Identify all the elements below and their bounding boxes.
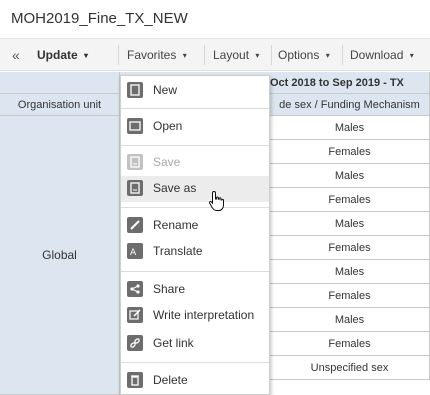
chevron-down-icon: ▾ xyxy=(84,51,89,60)
table-cell-sex: Females xyxy=(270,236,430,260)
funding-mechanism-header: de sex / Funding Mechanism xyxy=(270,94,430,116)
menu-item-label: Save xyxy=(153,155,181,169)
menu-divider xyxy=(121,108,269,109)
menu-item-label: Write interpretation xyxy=(153,308,255,322)
menu-item-share[interactable]: Share xyxy=(121,277,269,303)
menu-divider xyxy=(121,145,269,146)
menu-divider xyxy=(121,362,269,363)
chevron-down-icon: ▾ xyxy=(182,51,187,60)
options-menu-button[interactable]: Options ▾ xyxy=(278,39,330,71)
menu-item-label: Save as xyxy=(153,181,197,195)
menu-item-label: Rename xyxy=(153,218,199,232)
download-label: Download xyxy=(350,48,404,62)
chevron-down-icon: ▾ xyxy=(255,51,260,60)
table-cell-sex: Females xyxy=(270,284,430,308)
menu-item-new[interactable]: New xyxy=(121,78,269,104)
favorites-dropdown-menu: New Open Save Save as Rename A Translate xyxy=(120,75,270,395)
menu-item-rename[interactable]: Rename xyxy=(121,213,269,239)
menu-item-get-link[interactable]: Get link xyxy=(121,331,269,357)
menu-divider xyxy=(121,271,269,272)
menu-item-translate[interactable]: A Translate xyxy=(121,239,269,265)
hand-cursor-icon xyxy=(208,190,226,212)
toolbar: « Update ▾ Favorites ▾ Layout ▾ Options … xyxy=(0,39,430,71)
pencil-icon xyxy=(127,217,143,233)
layout-menu-button[interactable]: Layout ▾ xyxy=(213,39,259,71)
row-group-global: Global xyxy=(0,116,120,395)
chevron-down-icon: ▾ xyxy=(409,51,414,60)
toolbar-divider xyxy=(204,45,205,65)
chevron-down-icon: ▾ xyxy=(325,51,330,60)
table-cell-sex: Males xyxy=(270,308,430,332)
menu-item-save: Save xyxy=(121,150,269,176)
favorites-menu-button[interactable]: Favorites ▾ xyxy=(127,39,187,71)
share-icon xyxy=(127,281,143,297)
table-cell-sex: Males xyxy=(270,260,430,284)
table-cell-sex: Unspecified sex xyxy=(270,356,430,380)
folder-open-icon xyxy=(127,118,143,134)
save-as-icon xyxy=(127,180,143,196)
toolbar-divider xyxy=(342,45,343,65)
window-title: MOH2019_Fine_TX_NEW xyxy=(11,10,188,27)
menu-item-label: Get link xyxy=(153,336,194,350)
org-unit-header: Organisation unit xyxy=(0,94,120,116)
link-icon xyxy=(127,335,143,351)
toolbar-divider xyxy=(118,45,119,65)
new-doc-icon xyxy=(127,82,143,98)
menu-item-label: Share xyxy=(153,282,186,296)
table-cell-sex: Females xyxy=(270,188,430,212)
toolbar-divider xyxy=(271,45,272,65)
favorites-label: Favorites xyxy=(127,48,177,62)
layout-label: Layout xyxy=(213,48,250,62)
menu-item-write-interpretation[interactable]: Write interpretation xyxy=(121,303,269,329)
title-bar: MOH2019_Fine_TX_NEW xyxy=(0,0,430,39)
update-label: Update xyxy=(37,48,78,62)
menu-item-label: Delete xyxy=(153,373,188,387)
menu-item-save-as[interactable]: Save as xyxy=(121,176,269,202)
table-cell-sex: Males xyxy=(270,116,430,140)
translate-icon: A xyxy=(127,243,143,259)
menu-item-delete[interactable]: Delete xyxy=(121,368,269,394)
table-cell-sex: Females xyxy=(270,332,430,356)
table-cell-sex: Females xyxy=(270,140,430,164)
collapse-panel-button[interactable]: « xyxy=(12,39,20,71)
menu-item-label: Translate xyxy=(153,244,203,258)
trash-icon xyxy=(127,372,143,388)
save-icon xyxy=(127,154,143,170)
double-chevron-left-icon: « xyxy=(12,47,20,63)
menu-item-label: New xyxy=(153,83,178,97)
update-button[interactable]: Update ▾ xyxy=(37,39,88,71)
options-label: Options xyxy=(278,48,320,62)
menu-divider xyxy=(121,207,269,208)
edit-square-icon xyxy=(127,307,143,323)
table-cell-sex: Males xyxy=(270,164,430,188)
download-menu-button[interactable]: Download ▾ xyxy=(350,39,414,71)
menu-item-open[interactable]: Open xyxy=(121,114,269,140)
menu-item-label: Open xyxy=(153,119,183,133)
table-cell-sex: Males xyxy=(270,212,430,236)
svg-text:A: A xyxy=(130,248,137,257)
header-empty-cell xyxy=(0,72,120,94)
